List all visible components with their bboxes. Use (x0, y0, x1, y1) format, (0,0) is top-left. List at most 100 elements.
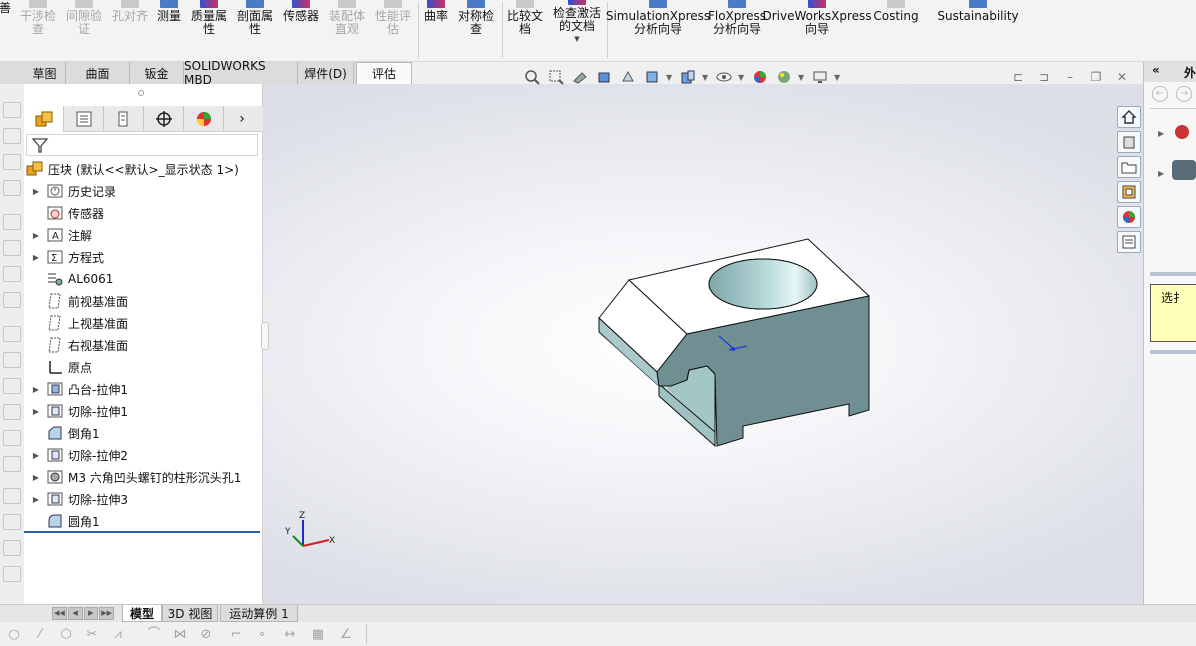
graphics-area[interactable]: Z X Y (263, 84, 1143, 606)
tool-icon[interactable] (3, 214, 21, 230)
file-explorer-icon[interactable] (1117, 156, 1141, 178)
angle-tool-icon[interactable]: ∠ (338, 628, 354, 642)
tree-item[interactable]: 传感器 (24, 202, 263, 224)
tool-icon[interactable] (3, 540, 21, 556)
trim-tool-icon[interactable]: ✂ (84, 628, 100, 642)
floxpress-button[interactable]: FloXpress 分析向导 (708, 0, 766, 46)
appearances-icon[interactable] (1117, 206, 1141, 228)
tree-item[interactable]: 上视基准面 (24, 312, 263, 334)
last-tab-icon[interactable]: ▶▶ (99, 607, 114, 620)
hide-show-items-icon[interactable] (714, 68, 734, 86)
expand-arrow-icon[interactable]: ▶ (30, 187, 42, 196)
symmetry-check-button[interactable]: 对称检 查 (454, 0, 498, 46)
circle-tool-icon[interactable]: ○ (6, 628, 22, 642)
tab-scroll-arrows[interactable]: ◀◀ ◀ ▶ ▶▶ (52, 607, 114, 620)
previous-view-icon[interactable] (570, 68, 590, 86)
tool-icon[interactable] (3, 102, 21, 118)
tree-item[interactable]: ▶ 凸台-拉伸1 (24, 378, 263, 400)
first-tab-icon[interactable]: ◀◀ (52, 607, 67, 620)
tab-3d-view[interactable]: 3D 视图 (162, 605, 218, 622)
mirror-tool-icon[interactable]: ⋈ (172, 628, 188, 642)
expand-arrow-icon[interactable]: ▶ (30, 407, 42, 416)
tile-left-icon[interactable]: ⊏ (1011, 70, 1025, 84)
tree-item[interactable]: ▶ 切除-拉伸3 (24, 488, 263, 510)
tool-icon[interactable] (3, 404, 21, 420)
part-model[interactable] (598, 238, 871, 448)
section-properties-button[interactable]: 剖面属 性 (234, 0, 276, 46)
tab-display-manager[interactable] (184, 106, 224, 132)
expand-arrow-icon[interactable]: ▶ (30, 451, 42, 460)
dropdown-caret-icon[interactable]: ▼ (666, 73, 674, 82)
curvature-button[interactable]: 曲率 (422, 0, 450, 46)
tree-item[interactable]: AL6061 (24, 268, 263, 290)
measure-button[interactable]: 测量 (152, 0, 186, 46)
zoom-to-area-icon[interactable] (546, 68, 566, 86)
tab-model[interactable]: 模型 (122, 605, 162, 622)
mass-properties-button[interactable]: 质量属 性 (188, 0, 230, 46)
dimension-tool-icon[interactable]: ↔ (282, 628, 298, 642)
polygon-tool-icon[interactable]: ⬡ (58, 628, 74, 642)
tree-item[interactable]: ▶ A 注解 (24, 224, 263, 246)
tool-icon[interactable] (3, 566, 21, 582)
view-orientation-icon[interactable] (642, 68, 662, 86)
tool-icon[interactable] (3, 456, 21, 472)
tile-right-icon[interactable]: ⊐ (1037, 70, 1051, 84)
expand-arrow-icon[interactable]: ▶ (30, 473, 42, 482)
corner-rect-icon[interactable]: ⌐ (228, 628, 244, 642)
tree-item[interactable]: ▶ 切除-拉伸1 (24, 400, 263, 422)
tool-icon[interactable] (3, 292, 21, 308)
tool-icon[interactable] (3, 378, 21, 394)
tab-evaluate[interactable]: 评估 (356, 62, 412, 84)
tree-item[interactable]: 前视基准面 (24, 290, 263, 312)
display-style-icon[interactable] (678, 68, 698, 86)
prev-tab-icon[interactable]: ◀ (67, 607, 83, 620)
slot-tool-icon[interactable]: ⊘ (198, 628, 214, 642)
dropdown-caret-icon[interactable]: ▼ (574, 33, 579, 46)
edit-appearance-icon[interactable] (750, 68, 770, 86)
dropdown-caret-icon[interactable]: ▼ (738, 73, 746, 82)
apply-scene-icon[interactable] (774, 68, 794, 86)
tool-icon[interactable] (3, 180, 21, 196)
tab-property-manager[interactable] (64, 106, 104, 132)
tree-filter-box[interactable] (26, 134, 258, 156)
tree-item[interactable]: ▶ M3 六角凹头螺钉的柱形沉头孔1 (24, 466, 263, 488)
zoom-to-fit-icon[interactable] (522, 68, 542, 86)
offset-tool-icon[interactable]: ⩘ (110, 628, 126, 642)
expand-arrow-icon[interactable]: ▶ (30, 253, 42, 262)
tool-icon[interactable] (3, 326, 21, 342)
forward-icon[interactable]: → (1176, 86, 1192, 102)
model-viewport[interactable]: Z X Y (263, 84, 1143, 606)
tool-icon[interactable] (3, 352, 21, 368)
home-icon[interactable] (1117, 106, 1141, 128)
tab-sketch[interactable]: 草图 (24, 62, 66, 84)
dropdown-caret-icon[interactable]: ▼ (834, 73, 842, 82)
sensor-button[interactable]: 传感器 (280, 0, 322, 46)
sustainability-button[interactable]: Sustainability (937, 0, 1019, 46)
view-palette-icon[interactable] (1117, 181, 1141, 203)
tree-item[interactable]: 圆角1 (24, 510, 263, 532)
next-tab-icon[interactable]: ▶ (83, 607, 99, 620)
expand-arrow-icon[interactable]: ▶ (30, 495, 42, 504)
tab-motion-study[interactable]: 运动算例 1 (220, 605, 298, 622)
tree-item[interactable]: ▶ 切除-拉伸2 (24, 444, 263, 466)
collapse-pane-icon[interactable]: « (1152, 63, 1160, 77)
appearance-tree[interactable]: ▶ ▶ (1158, 124, 1196, 184)
minimize-icon[interactable]: – (1063, 70, 1077, 84)
check-active-document-button[interactable]: 检查激活 的文档 ▼ (550, 0, 604, 46)
tree-item[interactable]: ▶ 历史记录 (24, 180, 263, 202)
compare-documents-button[interactable]: 比较文 档 (504, 0, 546, 46)
panel-grip-icon[interactable] (138, 90, 144, 96)
tab-feature-tree[interactable] (24, 106, 64, 132)
tree-root-part[interactable]: 压块 (默认<<默认>_显示状态 1>) (24, 158, 263, 180)
tool-icon[interactable] (3, 128, 21, 144)
tabs-more-icon[interactable]: › (224, 106, 260, 132)
panel-collapse-handle[interactable] (261, 322, 269, 350)
dynamic-annotation-icon[interactable] (618, 68, 638, 86)
dropdown-caret-icon[interactable]: ▼ (798, 73, 806, 82)
view-settings-icon[interactable] (810, 68, 830, 86)
line-tool-icon[interactable]: ⁄ (32, 628, 48, 642)
tool-icon[interactable] (3, 488, 21, 504)
back-icon[interactable]: ← (1152, 86, 1168, 102)
tab-weldments[interactable]: 焊件(D) (298, 62, 354, 84)
tree-item[interactable]: 原点 (24, 356, 263, 378)
